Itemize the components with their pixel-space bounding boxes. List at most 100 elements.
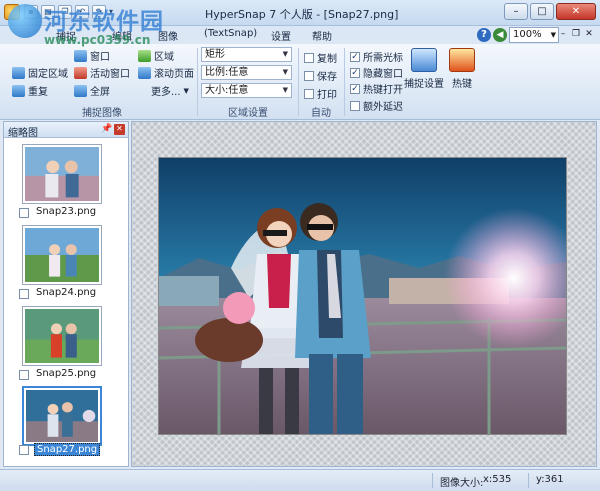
hotkeys-label: 热键 (452, 79, 472, 90)
auto-save-label: 保存 (317, 72, 337, 83)
auto-save-checkbox[interactable]: 保存 (304, 68, 337, 83)
thumbnail-snap27[interactable] (22, 386, 102, 446)
hide-window-checkbox[interactable]: ✓ 隐藏窗口 (350, 65, 403, 80)
watermark-url: www.pc0359.cn (44, 33, 151, 47)
mdi-controls: – ❐ ✕ (558, 29, 594, 40)
status-separator (432, 473, 433, 488)
ribbon: 窗口 区域 固定区域 活动窗口 滚动页面 重复 全屏 更多... ▼ 捕捉图像 … (0, 44, 600, 120)
region-ratio-select[interactable]: 比例:任意 ▼ (201, 65, 292, 80)
thumbnail-label[interactable]: Snap24.png (34, 287, 98, 298)
ribbon-separator (298, 48, 299, 116)
mdi-restore-button[interactable]: ❐ (571, 29, 581, 40)
thumbnail-label[interactable]: Snap27.png (34, 443, 101, 456)
capture-scroll-page-label: 滚动页面 (154, 69, 194, 80)
group-label-auto: 自动 (311, 108, 331, 119)
tab-help[interactable]: 帮助 (312, 28, 332, 43)
auto-print-checkbox[interactable]: 打印 (304, 86, 337, 101)
auto-copy-checkbox[interactable]: 复制 (304, 50, 337, 65)
chevron-down-icon: ▼ (183, 86, 189, 95)
active-window-icon (74, 66, 87, 79)
include-cursor-checkbox[interactable]: ✓ 所需光标 (350, 49, 403, 64)
extra-delay-checkbox[interactable]: 额外延迟 (350, 98, 403, 113)
chevron-down-icon: ▼ (282, 86, 288, 94)
hide-window-label: 隐藏窗口 (363, 69, 403, 80)
region-size-select[interactable]: 大小:任意 ▼ (201, 83, 292, 98)
tab-settings[interactable]: 设置 (271, 28, 291, 43)
capture-window-label: 窗口 (90, 52, 110, 63)
pin-icon[interactable]: 📌 (101, 124, 112, 134)
region-size-value: 大小:任意 (205, 85, 249, 96)
capture-settings-icon (411, 48, 437, 72)
thumbnail-label[interactable]: Snap25.png (34, 368, 98, 379)
zoom-value: 100% (513, 29, 542, 40)
zoom-select[interactable]: 100% ▼ (509, 27, 559, 43)
status-separator (528, 473, 529, 488)
capture-region-button[interactable]: 区域 (138, 48, 174, 63)
thumbnail-checkbox[interactable] (19, 208, 29, 218)
back-icon[interactable]: ◀ (493, 28, 507, 42)
chevron-down-icon: ▼ (282, 68, 288, 76)
auto-print-label: 打印 (317, 90, 337, 101)
thumbnail-image (25, 147, 99, 201)
mdi-minimize-button[interactable]: – (558, 29, 568, 40)
repeat-capture-button[interactable]: 重复 (12, 83, 48, 98)
thumbnail-snap25[interactable] (22, 306, 102, 366)
cursor-y-readout: y:361 (536, 474, 564, 485)
repeat-icon (12, 84, 25, 97)
hotkeys-enabled-label: 热键打开 (363, 85, 403, 96)
capture-active-window-label: 活动窗口 (90, 69, 130, 80)
window-title: HyperSnap 7 个人版 - [Snap27.png] (205, 8, 399, 21)
checkbox-checked: ✓ (350, 83, 360, 94)
tab-textsnap[interactable]: (TextSnap) (204, 28, 257, 39)
group-label-capture: 捕捉图像 (82, 108, 122, 119)
capture-active-window-button[interactable]: 活动窗口 (74, 65, 130, 80)
capture-settings-label: 捕捉设置 (404, 79, 444, 90)
thumbnail-label[interactable]: Snap23.png (34, 206, 98, 217)
region-shape-select[interactable]: 矩形 ▼ (201, 47, 292, 62)
capture-scroll-page-button[interactable]: 滚动页面 (138, 65, 194, 80)
region-icon (138, 49, 151, 62)
checkbox-checked: ✓ (350, 67, 360, 78)
thumbnail-image (26, 390, 98, 442)
capture-region-label: 区域 (154, 52, 174, 63)
minimize-button[interactable]: – (504, 3, 528, 20)
capture-more-button[interactable]: 更多... ▼ (151, 83, 189, 99)
close-button[interactable]: ✕ (556, 3, 596, 20)
thumbnail-panel-title: 缩略图 (8, 128, 38, 139)
captured-image (159, 158, 566, 434)
capture-window-button[interactable]: 窗口 (74, 48, 110, 63)
window-icon (74, 49, 87, 62)
mdi-close-button[interactable]: ✕ (584, 29, 594, 40)
include-cursor-label: 所需光标 (363, 53, 403, 64)
thumbnail-checkbox[interactable] (19, 370, 29, 380)
fixed-region-icon (12, 66, 25, 79)
thumbnail-checkbox[interactable] (19, 289, 29, 299)
region-ratio-value: 比例:任意 (205, 67, 249, 78)
thumbnail-panel: 缩略图 📌 ✕ Snap23.png Snap24.png Snap25.png (3, 121, 129, 467)
watermark-title: 河东软件园 (44, 9, 164, 35)
thumbnail-snap24[interactable] (22, 225, 102, 285)
help-icon[interactable]: ? (477, 28, 491, 42)
chevron-down-icon: ▼ (282, 50, 288, 58)
watermark-logo (8, 4, 42, 38)
image-canvas[interactable] (131, 121, 597, 467)
maximize-button[interactable]: □ (530, 3, 554, 20)
fullscreen-icon (74, 84, 87, 97)
capture-fullscreen-button[interactable]: 全屏 (74, 83, 110, 98)
capture-settings-button[interactable]: 捕捉设置 (404, 48, 444, 90)
thumbnail-image (25, 228, 99, 282)
checkbox (304, 52, 314, 63)
hotkeys-enabled-checkbox[interactable]: ✓ 热键打开 (350, 81, 403, 96)
close-icon[interactable]: ✕ (114, 124, 125, 135)
capture-fixed-region-button[interactable]: 固定区域 (12, 65, 68, 80)
checkbox (304, 70, 314, 81)
thumbnail-panel-header: 缩略图 📌 ✕ (4, 122, 128, 139)
thumbnail-checkbox[interactable] (19, 445, 29, 455)
checkbox (350, 100, 360, 111)
hotkeys-button[interactable]: 热键 (448, 48, 476, 90)
thumbnail-snap23[interactable] (22, 144, 102, 204)
auto-copy-label: 复制 (317, 54, 337, 65)
hotkeys-icon (449, 48, 475, 72)
scroll-page-icon (138, 66, 151, 79)
capture-more-label: 更多... (151, 87, 181, 98)
